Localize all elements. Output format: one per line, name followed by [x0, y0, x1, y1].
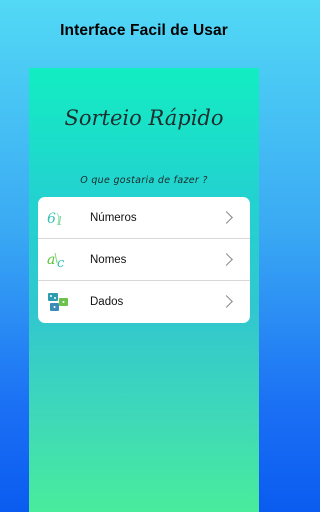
menu-card: 6 1 Números a c Nomes Dados: [38, 197, 250, 323]
svg-text:6: 6: [47, 211, 56, 227]
chevron-right-icon: [220, 210, 233, 224]
chevron-right-icon: [220, 295, 233, 308]
menu-item-label: Nomes: [90, 253, 127, 266]
chevron-right-icon: [220, 252, 233, 266]
promo-headline: Interface Facil de Usar: [60, 22, 228, 39]
svg-text:c: c: [57, 256, 65, 269]
names-icon: a c: [47, 249, 69, 271]
svg-text:1: 1: [56, 214, 64, 227]
menu-item-label: Números: [90, 211, 137, 224]
app-screen: Sorteio Rápido O que gostaria de fazer ?…: [29, 68, 259, 512]
menu-item-dados[interactable]: Dados: [38, 281, 250, 323]
svg-text:a: a: [47, 252, 55, 268]
menu-item-numeros[interactable]: 6 1 Números: [38, 197, 250, 239]
menu-item-nomes[interactable]: a c Nomes: [38, 239, 250, 281]
numbers-icon: 6 1: [47, 207, 69, 229]
dice-icon: [47, 291, 69, 313]
prompt-text: O que gostaria de fazer ?: [80, 175, 208, 186]
menu-item-label: Dados: [90, 296, 124, 308]
app-title: Sorteio Rápido: [64, 106, 224, 130]
